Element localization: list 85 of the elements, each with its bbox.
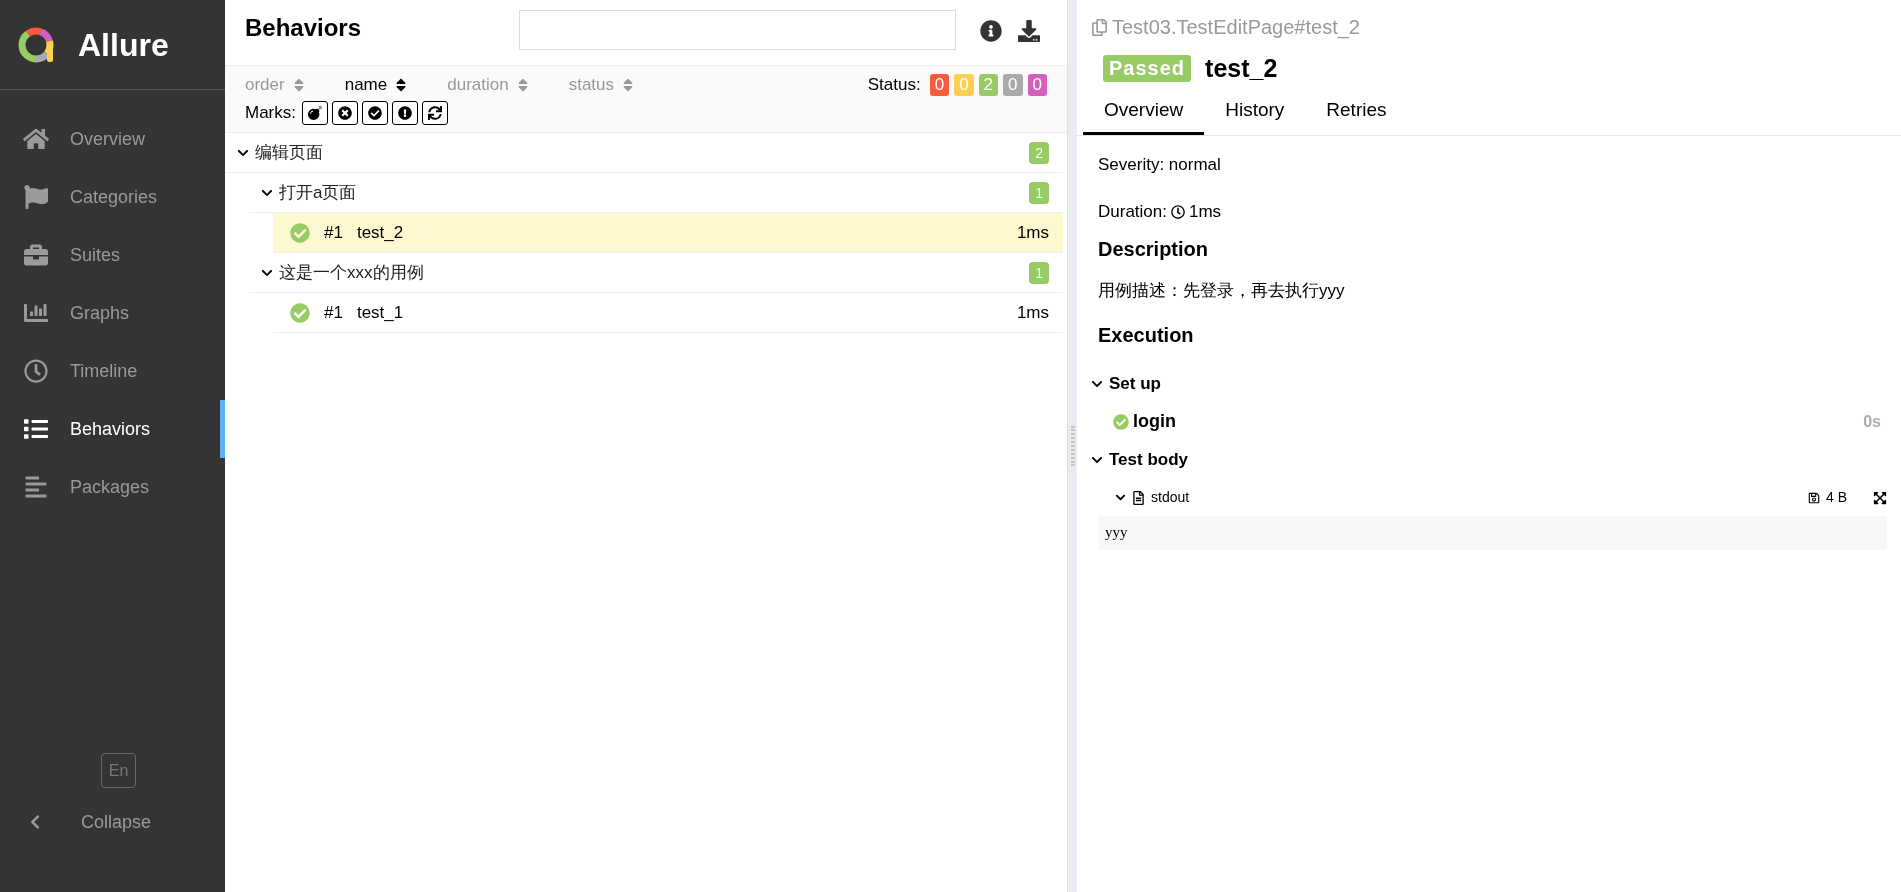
sort-button[interactable]: duration	[447, 72, 529, 98]
count-badge: 1	[1029, 181, 1049, 204]
list-icon	[23, 417, 49, 441]
nav-item[interactable]: Behaviors	[0, 400, 225, 458]
attachment-content: yyy	[1099, 515, 1887, 550]
mark-filter-button[interactable]	[392, 101, 418, 125]
mark-filter-button[interactable]	[422, 101, 448, 125]
nav-item[interactable]: Categories	[0, 168, 225, 226]
home-icon	[23, 127, 49, 151]
clock-icon	[1171, 204, 1185, 219]
split-handle[interactable]	[1068, 0, 1077, 892]
section-heading: Execution	[1098, 322, 1195, 348]
expand-icon[interactable]	[1873, 490, 1887, 505]
sort-icon	[622, 77, 634, 93]
test-title: test_2	[1205, 53, 1278, 84]
info-icon[interactable]	[980, 20, 1002, 42]
count-badge: 2	[1029, 141, 1049, 164]
nav-item[interactable]: Overview	[0, 110, 225, 168]
test-duration: 1ms	[1016, 221, 1049, 244]
file-icon	[1132, 490, 1145, 505]
step-row[interactable]: login 0s	[1091, 403, 1887, 440]
group-name: 打开a页面	[279, 181, 357, 204]
step-duration: 0s	[1863, 411, 1881, 432]
group-name: 这是一个xxx的用例	[279, 261, 424, 284]
test-duration: 1ms	[1016, 301, 1049, 324]
mark-filter-button[interactable]	[302, 101, 328, 125]
bomb-icon	[308, 106, 322, 120]
sort-button[interactable]: order	[245, 72, 305, 98]
tab[interactable]: Retries	[1305, 95, 1408, 135]
sort-icon	[292, 77, 305, 93]
sort-icon	[516, 77, 529, 93]
download-icon[interactable]	[1017, 20, 1041, 42]
stage-header[interactable]: Set up	[1091, 363, 1887, 404]
test-name: test_1	[356, 301, 404, 324]
tree-group-row[interactable]: 这是一个xxx的用例 1	[249, 253, 1063, 293]
nav-item[interactable]: Suites	[0, 226, 225, 284]
app-title: Allure	[78, 25, 169, 65]
severity-text: Severity: normal	[1098, 153, 1222, 176]
language-button[interactable]: En	[101, 753, 136, 788]
clock-icon	[23, 359, 49, 383]
bar-chart-icon	[23, 301, 49, 325]
save-icon	[1808, 491, 1820, 504]
tab[interactable]: History	[1204, 95, 1306, 135]
nav-item[interactable]: Packages	[0, 458, 225, 516]
search-field[interactable]	[519, 10, 956, 50]
status-badge: Passed	[1103, 55, 1192, 83]
duration-value: 1ms	[1189, 200, 1222, 223]
group-name: 编辑页面	[255, 141, 323, 164]
nav-item[interactable]: Timeline	[0, 342, 225, 400]
sort-icon	[395, 77, 408, 93]
mark-filter-button[interactable]	[362, 101, 388, 125]
test-row[interactable]: #1 test_1 1ms	[273, 293, 1063, 333]
chevron-left-icon	[29, 814, 41, 830]
lines-icon	[23, 475, 49, 499]
collapse-button[interactable]: Collapse	[0, 802, 225, 842]
briefcase-icon	[23, 243, 49, 267]
count-badge: 1	[1029, 261, 1049, 284]
description-text: 用例描述：先登录，再去执行yyy	[1098, 279, 1346, 302]
attachment-name[interactable]: stdout	[1151, 487, 1190, 508]
stage-header[interactable]: Test body	[1091, 439, 1887, 480]
marks-label: Marks:	[245, 102, 296, 125]
test-path: Test03.TestEditPage#test_2	[1112, 15, 1360, 41]
status-count[interactable]: 0	[1027, 74, 1047, 96]
mark-filter-button[interactable]	[332, 101, 358, 125]
status-count[interactable]: 0	[929, 74, 950, 96]
test-number: #1	[324, 221, 343, 244]
panel-title: Behaviors	[245, 13, 362, 43]
test-number: #1	[324, 301, 343, 324]
chevron-down-icon[interactable]	[1115, 492, 1126, 503]
sort-button[interactable]: status	[568, 72, 634, 98]
status-label: Status:	[867, 74, 921, 97]
copy-icon[interactable]	[1091, 18, 1108, 36]
attachment-size: 4 B	[1826, 488, 1847, 507]
exclamation-icon	[398, 106, 412, 120]
section-heading: Description	[1098, 236, 1210, 262]
nav-item[interactable]: Graphs	[0, 284, 225, 342]
flag-icon	[23, 185, 49, 209]
tab[interactable]: Overview	[1083, 95, 1205, 135]
status-count[interactable]: 0	[1003, 74, 1023, 96]
duration-label: Duration:	[1098, 200, 1167, 223]
test-name: test_2	[356, 221, 404, 244]
sort-button[interactable]: name	[344, 72, 408, 98]
test-row[interactable]: #1 test_2 1ms	[273, 213, 1063, 253]
refresh-icon	[428, 106, 442, 120]
tree-group-row[interactable]: 编辑页面 2	[225, 133, 1063, 173]
